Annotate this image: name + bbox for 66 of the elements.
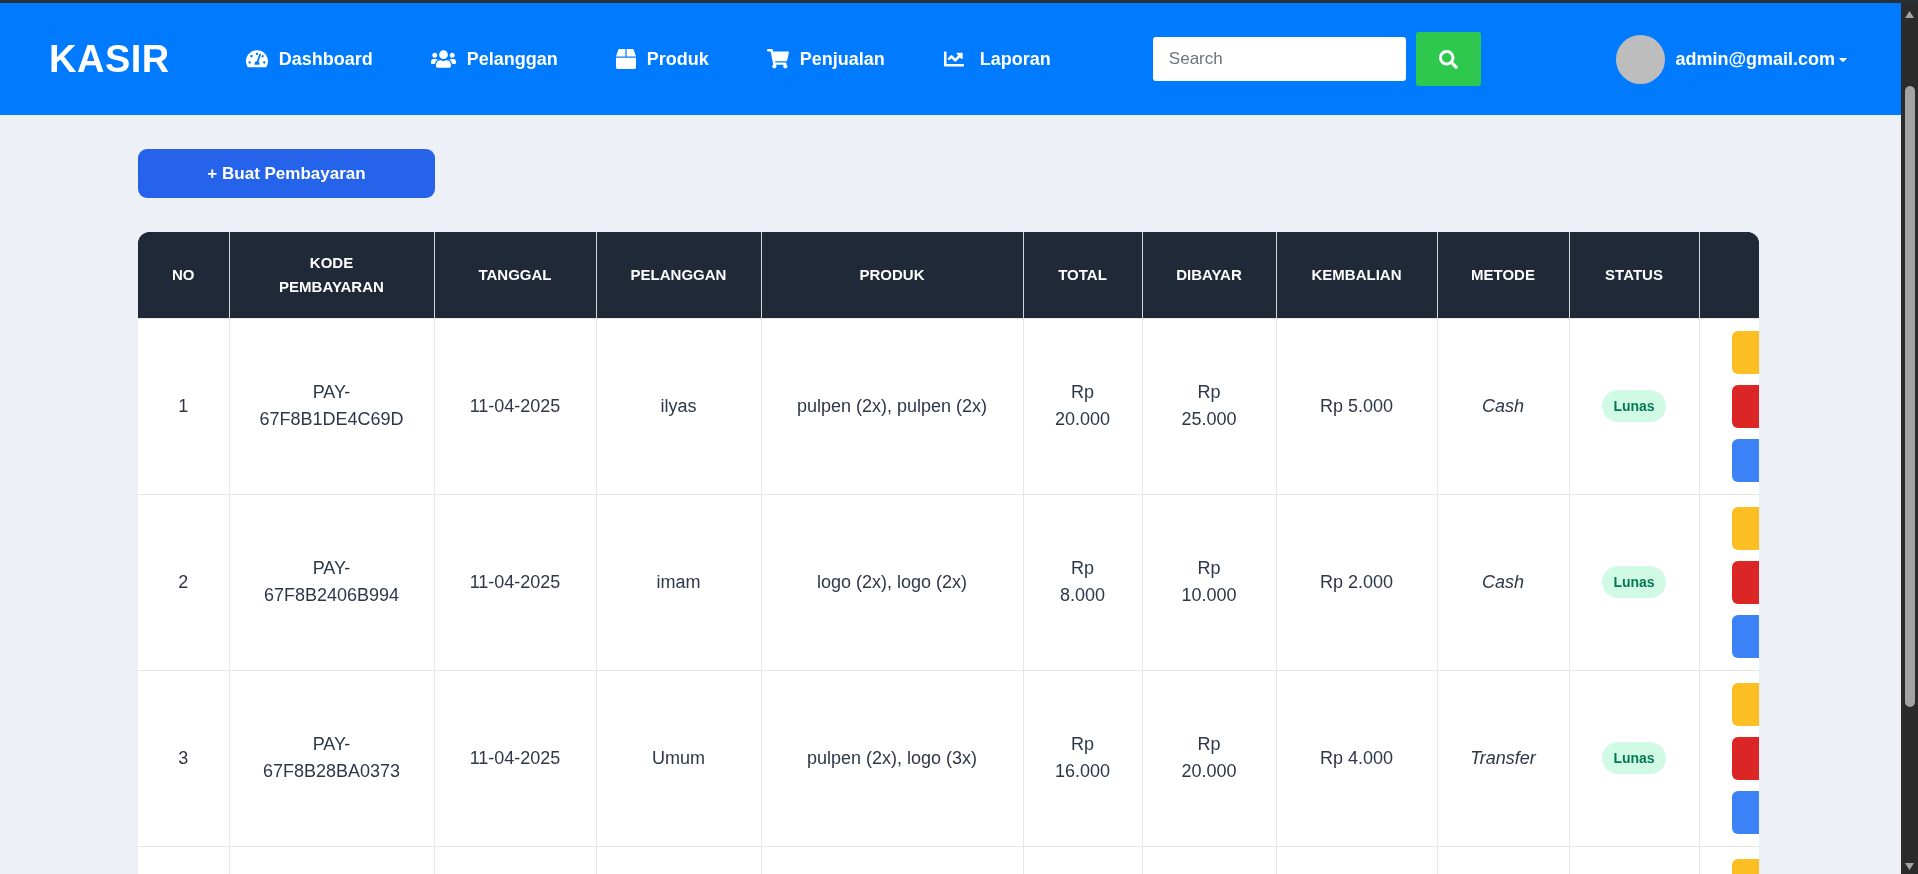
table-cell: logo (2x), logo (2x) xyxy=(761,494,1023,670)
table-cell: 11-04-2025 xyxy=(434,318,596,494)
action-button[interactable] xyxy=(1731,384,1759,428)
brand-name: KASIR xyxy=(49,37,170,81)
column-header: KODE PEMBAYARAN xyxy=(229,232,434,318)
table-cell: pulpen (2x), logo (3x) xyxy=(761,670,1023,846)
table-cell: pulpen (2x), pulpen (2x) xyxy=(761,318,1023,494)
action-button[interactable] xyxy=(1731,438,1759,482)
table-cell: 11-04-2025 xyxy=(434,670,596,846)
nav-link[interactable]: Produk xyxy=(611,42,713,76)
table-cell: Rp 20.000 xyxy=(1023,318,1142,494)
table-cell: Cash xyxy=(1437,318,1569,494)
column-header: TOTAL xyxy=(1023,232,1142,318)
table-cell: PAY-67F8B1DE4C69D xyxy=(229,318,434,494)
status-badge: Lunas xyxy=(1602,566,1666,598)
gauge-icon xyxy=(245,49,268,69)
table-cell: Rp 8.000 xyxy=(1023,494,1142,670)
users-icon xyxy=(430,49,456,69)
action-button[interactable] xyxy=(1731,790,1759,834)
line-chart-icon xyxy=(942,49,965,69)
column-header: TANGGAL xyxy=(434,232,596,318)
table-cell: 3 xyxy=(138,670,229,846)
user-menu-button[interactable]: admin@gmail.com xyxy=(1675,48,1847,70)
action-button[interactable] xyxy=(1731,614,1759,658)
nav-link[interactable]: Laporan xyxy=(938,42,1055,76)
table-cell: PAY-67F8B28BA0373 xyxy=(229,670,434,846)
table-cell: Transfer xyxy=(1437,670,1569,846)
action-button[interactable] xyxy=(1731,736,1759,780)
table-cell: 11-04-2025 xyxy=(434,494,596,670)
table-cell: Rp 5.000 xyxy=(1276,318,1437,494)
scroll-up-icon[interactable] xyxy=(1905,11,1914,18)
table-cell: Umum xyxy=(596,670,761,846)
nav-link[interactable]: Penjualan xyxy=(762,42,889,76)
search-field[interactable]: Search xyxy=(1152,37,1406,81)
column-header: METODE xyxy=(1437,232,1569,318)
table-cell: Cash xyxy=(1437,494,1569,670)
column-header: STATUS xyxy=(1569,232,1699,318)
status-badge: Lunas xyxy=(1602,742,1666,774)
table-cell: 1 xyxy=(138,318,229,494)
status-badge: Lunas xyxy=(1602,390,1666,422)
column-header: DIBAYAR xyxy=(1142,232,1276,318)
table-cell: PAY-67F8B2406B994 xyxy=(229,494,434,670)
table-cell: 2 xyxy=(138,494,229,670)
nav-link[interactable]: Pelanggan xyxy=(426,42,562,76)
cart-icon xyxy=(766,49,789,69)
table-cell: Rp 20.000 xyxy=(1142,670,1276,846)
table-cell: Rp 10.000 xyxy=(1142,494,1276,670)
box-icon xyxy=(615,49,636,69)
column-header: KEMBALIAN xyxy=(1276,232,1437,318)
table-cell: Rp 25.000 xyxy=(1142,318,1276,494)
search-button[interactable] xyxy=(1415,32,1481,86)
table-cell: Rp 16.000 xyxy=(1023,670,1142,846)
column-header: PELANGGAN xyxy=(596,232,761,318)
scrollbar-thumb[interactable] xyxy=(1904,86,1915,707)
create-payment-button[interactable]: + Buat Pembayaran xyxy=(138,149,435,198)
action-button[interactable] xyxy=(1731,560,1759,604)
column-header: NO xyxy=(138,232,229,318)
search-icon xyxy=(1438,49,1458,69)
column-header: PRODUK xyxy=(761,232,1023,318)
scroll-down-icon[interactable] xyxy=(1905,863,1914,870)
table-cell: imam xyxy=(596,494,761,670)
table-cell: Rp 2.000 xyxy=(1276,494,1437,670)
nav-link[interactable]: Dashboard xyxy=(241,42,377,76)
table-cell: ilyas xyxy=(596,318,761,494)
table-cell: Rp 4.000 xyxy=(1276,670,1437,846)
scrollbar[interactable] xyxy=(1901,3,1918,874)
